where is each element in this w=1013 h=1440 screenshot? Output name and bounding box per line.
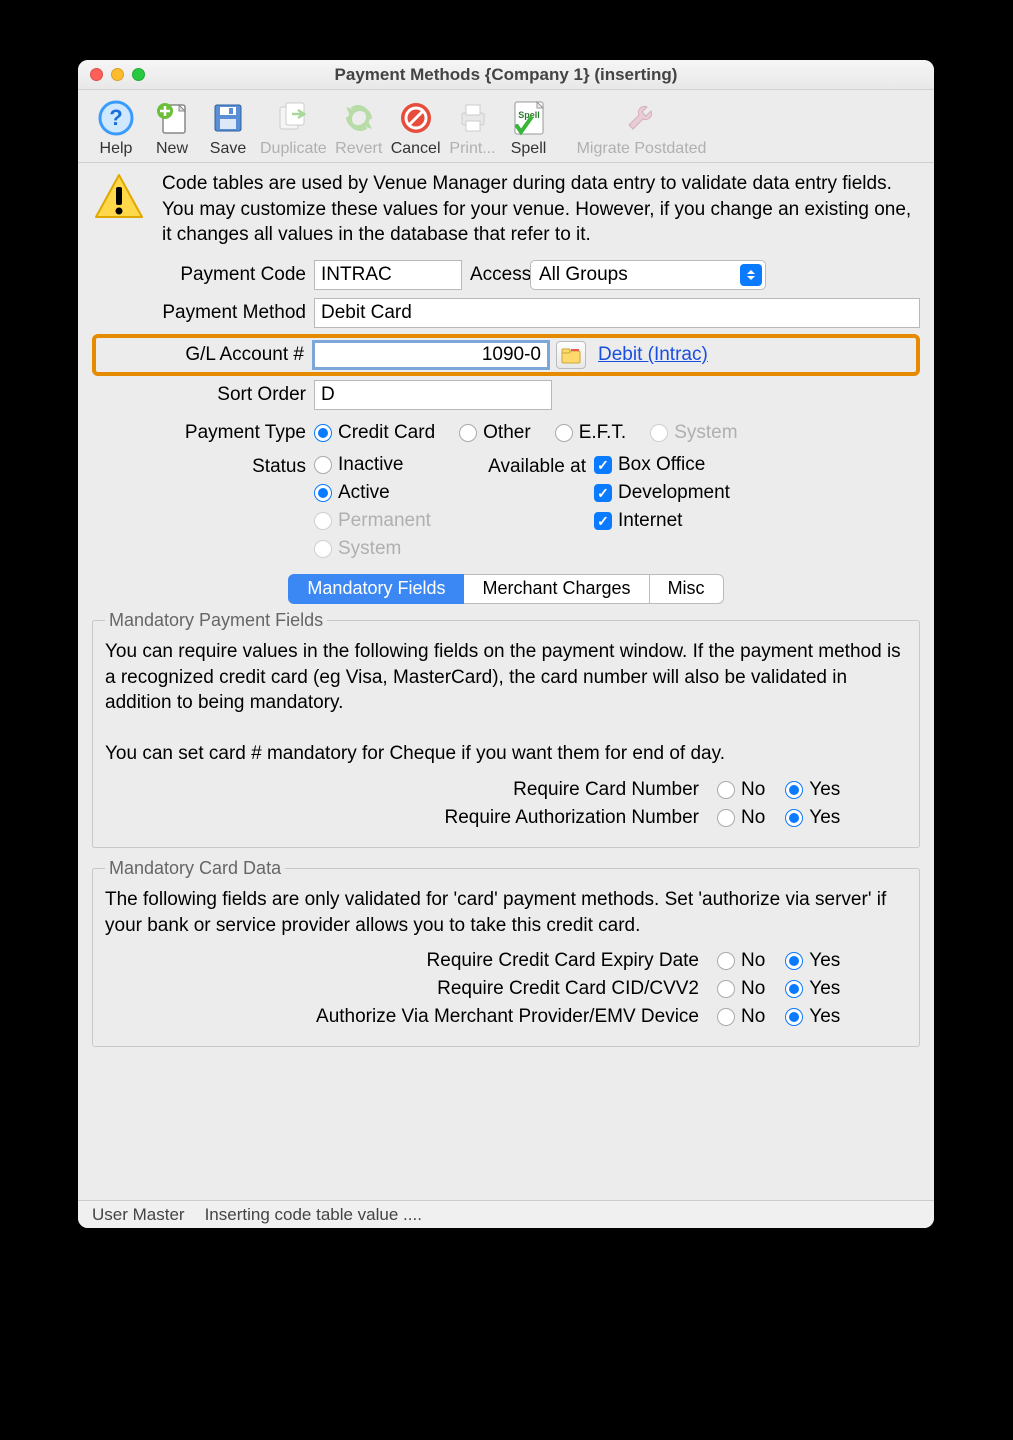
- new-button[interactable]: New: [144, 96, 200, 160]
- require-card-number-label: Require Card Number: [513, 779, 699, 801]
- wrench-icon: [622, 98, 662, 138]
- mandatory-payment-legend: Mandatory Payment Fields: [105, 610, 327, 631]
- require-auth-number-no-radio[interactable]: No: [717, 807, 765, 829]
- mandatory-card-data-group: Mandatory Card Data The following fields…: [92, 858, 920, 1047]
- save-icon: [208, 98, 248, 138]
- payment-method-label: Payment Method: [92, 302, 314, 324]
- save-button[interactable]: Save: [200, 96, 256, 160]
- duplicate-button: Duplicate: [256, 96, 331, 160]
- folder-icon: [561, 346, 581, 364]
- new-icon: [152, 98, 192, 138]
- require-auth-number-yes-radio[interactable]: Yes: [785, 807, 840, 829]
- gl-account-input[interactable]: [312, 340, 550, 370]
- help-button[interactable]: ? Help: [88, 96, 144, 160]
- description-text: Code tables are used by Venue Manager du…: [162, 171, 920, 248]
- print-icon: [453, 98, 493, 138]
- require-expiry-no-radio[interactable]: No: [717, 950, 765, 972]
- duplicate-icon: [273, 98, 313, 138]
- status-system-radio: System: [314, 538, 484, 560]
- payment-code-label: Payment Code: [92, 264, 314, 286]
- status-permanent-radio: Permanent: [314, 510, 484, 532]
- status-user: User Master: [92, 1205, 185, 1225]
- mandatory-card-desc: The following fields are only validated …: [105, 887, 907, 938]
- available-internet-checkbox[interactable]: Internet: [594, 510, 730, 532]
- titlebar: Payment Methods {Company 1} (inserting): [78, 60, 934, 90]
- gl-lookup-button[interactable]: [556, 341, 586, 369]
- migrate-postdated-button: Migrate Postdated: [557, 96, 727, 160]
- payment-type-credit-card-radio[interactable]: Credit Card: [314, 422, 435, 444]
- content-area: Code tables are used by Venue Manager du…: [78, 163, 934, 1200]
- mandatory-payment-fields-group: Mandatory Payment Fields You can require…: [92, 610, 920, 848]
- authorize-merchant-label: Authorize Via Merchant Provider/EMV Devi…: [316, 1006, 699, 1028]
- payment-type-system-radio: System: [650, 422, 737, 444]
- toolbar: ? Help New Save Duplicate Rever: [78, 90, 934, 163]
- payment-type-other-radio[interactable]: Other: [459, 422, 531, 444]
- status-message: Inserting code table value ....: [205, 1205, 422, 1225]
- window-title: Payment Methods {Company 1} (inserting): [78, 65, 934, 85]
- require-cvv-yes-radio[interactable]: Yes: [785, 978, 840, 1000]
- tab-misc[interactable]: Misc: [650, 574, 724, 604]
- revert-button: Revert: [331, 96, 387, 160]
- spell-button[interactable]: Spell Spell: [501, 96, 557, 160]
- revert-icon: [339, 98, 379, 138]
- payment-method-input[interactable]: [314, 298, 920, 328]
- access-select[interactable]: All Groups: [530, 260, 766, 290]
- require-auth-number-label: Require Authorization Number: [444, 807, 699, 829]
- warning-icon: [92, 171, 146, 225]
- require-cvv-no-radio[interactable]: No: [717, 978, 765, 1000]
- available-development-checkbox[interactable]: Development: [594, 482, 730, 504]
- sort-order-label: Sort Order: [92, 384, 314, 406]
- mandatory-payment-desc: You can require values in the following …: [105, 639, 907, 767]
- payment-type-label: Payment Type: [92, 422, 314, 444]
- svg-text:?: ?: [109, 105, 122, 130]
- require-card-number-yes-radio[interactable]: Yes: [785, 779, 840, 801]
- tab-mandatory-fields[interactable]: Mandatory Fields: [288, 574, 464, 604]
- gl-account-label: G/L Account #: [96, 344, 312, 366]
- status-label: Status: [92, 454, 314, 478]
- available-box-office-checkbox[interactable]: Box Office: [594, 454, 730, 476]
- payment-methods-window: Payment Methods {Company 1} (inserting) …: [78, 60, 934, 1228]
- require-cvv-label: Require Credit Card CID/CVV2: [437, 978, 699, 1000]
- authorize-merchant-yes-radio[interactable]: Yes: [785, 1006, 840, 1028]
- mandatory-card-legend: Mandatory Card Data: [105, 858, 285, 879]
- cancel-button[interactable]: Cancel: [387, 96, 445, 160]
- require-expiry-yes-radio[interactable]: Yes: [785, 950, 840, 972]
- chevron-updown-icon: [740, 264, 762, 286]
- payment-code-input[interactable]: [314, 260, 462, 290]
- gl-account-highlight: G/L Account # Debit (Intrac): [92, 334, 920, 376]
- print-button: Print...: [445, 96, 501, 160]
- status-inactive-radio[interactable]: Inactive: [314, 454, 484, 476]
- tab-merchant-charges[interactable]: Merchant Charges: [464, 574, 649, 604]
- payment-type-eft-radio[interactable]: E.F.T.: [555, 422, 627, 444]
- access-label: Access: [470, 264, 530, 286]
- spell-icon: Spell: [509, 98, 549, 138]
- help-icon: ?: [96, 98, 136, 138]
- authorize-merchant-no-radio[interactable]: No: [717, 1006, 765, 1028]
- status-bar: User Master Inserting code table value .…: [78, 1200, 934, 1228]
- tab-bar: Mandatory Fields Merchant Charges Misc: [92, 574, 920, 604]
- available-at-label: Available at: [484, 454, 594, 560]
- status-active-radio[interactable]: Active: [314, 482, 484, 504]
- require-expiry-label: Require Credit Card Expiry Date: [427, 950, 699, 972]
- require-card-number-no-radio[interactable]: No: [717, 779, 765, 801]
- sort-order-input[interactable]: [314, 380, 552, 410]
- gl-account-link[interactable]: Debit (Intrac): [598, 344, 708, 366]
- cancel-icon: [396, 98, 436, 138]
